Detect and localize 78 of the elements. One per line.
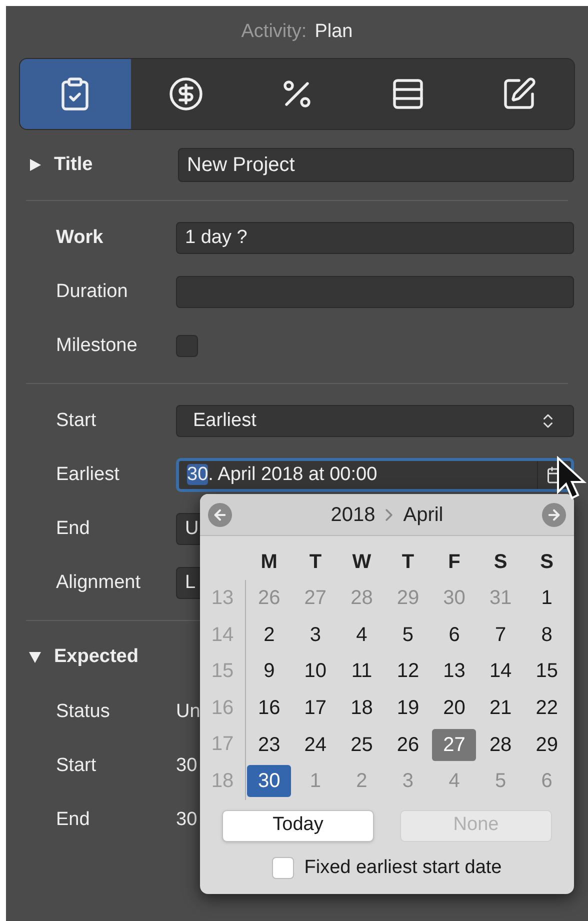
weekday-label: W — [351, 550, 372, 575]
calendar-day[interactable]: 19 — [386, 692, 430, 724]
week-number: 13 — [200, 580, 246, 617]
field-label: Milestone — [56, 334, 138, 358]
next-month-button[interactable] — [542, 502, 566, 526]
calendar-day[interactable]: 28 — [478, 728, 523, 761]
calendar-day[interactable]: 5 — [386, 618, 430, 651]
mouse-pointer-icon — [556, 456, 588, 502]
collapsed-triangle-icon[interactable] — [28, 158, 42, 172]
field-label: Duration — [56, 280, 129, 304]
field-label: Work — [56, 226, 104, 250]
input-field[interactable]: 1 day ? — [176, 222, 574, 254]
week-number: 18 — [200, 762, 246, 800]
calendar-day[interactable]: 20 — [432, 692, 476, 724]
calendar-day[interactable]: 18 — [340, 692, 384, 724]
calendar-button[interactable]: Today — [222, 810, 374, 842]
calendar-day[interactable]: 9 — [247, 655, 292, 688]
weekday-label: M — [260, 550, 278, 575]
field-label: End — [56, 808, 91, 832]
section-title: Expected — [54, 644, 138, 669]
title-field[interactable]: New Project — [178, 148, 574, 182]
month-label[interactable]: April — [403, 500, 444, 530]
calendar-day[interactable]: 10 — [293, 655, 338, 688]
start-select[interactable]: Earliest — [176, 405, 574, 437]
calendar-day[interactable]: 14 — [478, 655, 523, 688]
calendar-day[interactable]: 13 — [432, 655, 476, 688]
field-label: Earliest — [56, 462, 120, 487]
calendar-day[interactable]: 21 — [478, 692, 523, 724]
calendar-day[interactable]: 3 — [293, 618, 338, 651]
previous-month-button[interactable] — [208, 502, 232, 526]
calendar-day[interactable]: 2 — [247, 618, 292, 651]
fixed-date-checkbox[interactable] — [272, 856, 294, 879]
calendar-day[interactable]: 1 — [524, 582, 569, 614]
field-value: 30 — [176, 808, 198, 832]
calendar-day[interactable]: 12 — [386, 655, 430, 688]
calendar-day[interactable]: 17 — [293, 692, 338, 724]
weekday-label: T — [400, 550, 416, 575]
field-label: Start — [56, 408, 98, 433]
year-label[interactable]: 2018 — [330, 500, 376, 530]
calendar-day[interactable]: 8 — [524, 618, 569, 651]
expanded-triangle-icon[interactable] — [28, 650, 42, 664]
week-number: 16 — [200, 690, 246, 726]
week-number: 17 — [200, 726, 246, 763]
date-field[interactable]: 30. April 2018 at 00:00 — [176, 458, 574, 492]
calendar-day[interactable]: 26 — [386, 728, 430, 761]
weekday-label: S — [492, 550, 508, 575]
weekday-label: T — [308, 550, 323, 575]
calendar-day[interactable]: 29 — [524, 728, 569, 761]
milestone-checkbox[interactable] — [176, 335, 198, 357]
section-title: Title — [54, 152, 93, 177]
input-field[interactable] — [176, 276, 574, 308]
calendar-day[interactable]: 15 — [524, 655, 569, 688]
weekday-label: F — [447, 550, 462, 575]
dollar-icon — [168, 76, 204, 112]
calendar-day[interactable]: 6 — [432, 618, 476, 651]
header-label: Activity: — [241, 20, 307, 44]
calendar-day[interactable]: 11 — [340, 655, 384, 688]
calendar-day[interactable]: 7 — [478, 618, 523, 651]
field-label: Alignment — [56, 570, 142, 595]
weekday-label: S — [539, 550, 555, 575]
field-label: Start — [56, 754, 98, 778]
field-value: Un — [176, 700, 200, 724]
week-number: 14 — [200, 616, 246, 654]
calendar-day[interactable]: 4 — [340, 618, 384, 651]
calendar-day[interactable]: 16 — [247, 692, 292, 724]
calendar-day[interactable]: 30 — [247, 765, 292, 798]
checkbox-label: Fixed earliest start date — [304, 856, 502, 880]
calendar-day[interactable]: 24 — [293, 728, 338, 761]
calendar-day[interactable]: 25 — [340, 728, 384, 761]
tab[interactable] — [20, 59, 131, 129]
field-value: 30 — [176, 754, 198, 778]
calendar-day[interactable]: 22 — [524, 692, 569, 724]
calendar-day[interactable]: 23 — [247, 728, 292, 761]
field-label: End — [56, 516, 91, 541]
week-number: 15 — [200, 653, 246, 690]
field-label: Status — [56, 700, 111, 724]
calendar-day[interactable]: 27 — [432, 728, 476, 761]
header-value: Plan — [314, 20, 353, 44]
